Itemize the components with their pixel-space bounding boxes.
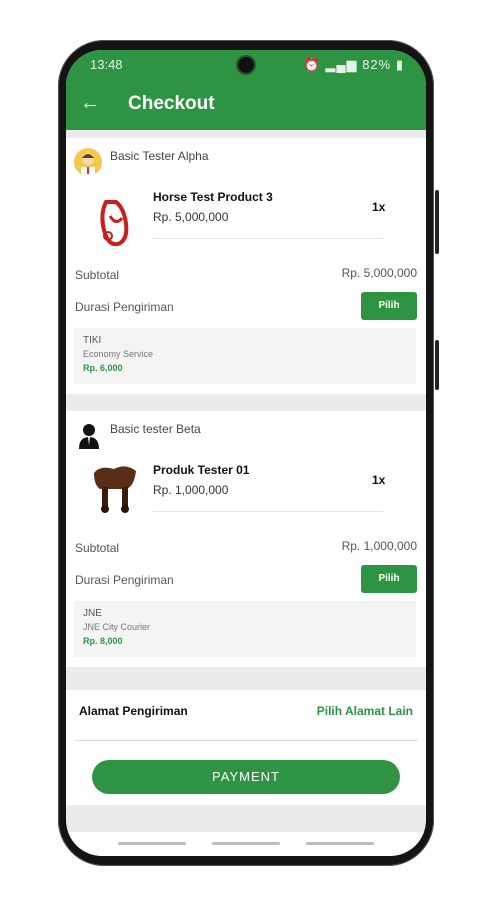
page-title: Checkout <box>128 93 215 114</box>
person-icon <box>78 423 100 449</box>
courier-service: Economy Service <box>83 349 154 359</box>
volume-button <box>435 190 439 254</box>
product-name[interactable]: Horse Test Product 3 <box>153 190 273 204</box>
shipping-price: Rp. 6,000 <box>83 363 123 373</box>
courier-name: JNE <box>83 608 102 619</box>
system-nav-bar <box>66 832 426 856</box>
product-name[interactable]: Produk Tester 01 <box>153 463 249 477</box>
power-button <box>435 340 439 390</box>
app-bar: ← Checkout <box>66 80 426 130</box>
pick-shipping-button[interactable]: Pilih <box>361 565 417 593</box>
store-card: Basic tester Beta Produk Tester 01 Rp. 1… <box>66 411 426 667</box>
nav-home[interactable] <box>212 842 280 845</box>
product-price: Rp. 5,000,000 <box>153 210 229 224</box>
camera-icon <box>238 57 254 73</box>
avatar-icon <box>74 148 102 176</box>
nav-back[interactable] <box>306 842 374 845</box>
divider <box>74 740 418 741</box>
alarm-icon: ⏰ <box>303 57 321 72</box>
courier-service: JNE City Courier <box>83 622 151 632</box>
status-icons: ⏰ ▂▄▆ 82% ▮ <box>304 57 404 73</box>
shipping-option[interactable]: JNE JNE City Courier Rp. 8,000 <box>74 601 416 657</box>
product-qty: 1x <box>372 473 386 487</box>
divider <box>153 511 383 512</box>
back-arrow-icon[interactable]: ← <box>80 92 100 114</box>
address-label: Alamat Pengiriman <box>79 704 188 718</box>
checkout-content: Basic Tester Alpha Horse Test Product 3 … <box>66 138 426 667</box>
divider <box>153 238 383 239</box>
status-bar: 13:48 ⏰ ▂▄▆ 82% ▮ <box>66 50 426 80</box>
pick-shipping-button[interactable]: Pilih <box>361 292 417 320</box>
battery-percent: 82% <box>362 57 392 72</box>
battery-icon: ▮ <box>395 57 404 72</box>
nav-recents[interactable] <box>118 842 186 845</box>
courier-name: TIKI <box>83 335 102 346</box>
product-qty: 1x <box>372 200 386 214</box>
screen: 13:48 ⏰ ▂▄▆ 82% ▮ ← Checkout Basic Teste… <box>66 50 426 856</box>
shipping-price: Rp. 8,000 <box>83 636 123 646</box>
seller-name: Basic tester Beta <box>110 422 201 436</box>
shipping-duration-label: Durasi Pengiriman <box>75 573 174 587</box>
subtotal-value: Rp. 1,000,000 <box>341 539 417 553</box>
product-price: Rp. 1,000,000 <box>153 483 229 497</box>
subtotal-value: Rp. 5,000,000 <box>341 266 417 280</box>
payment-button[interactable]: PAYMENT <box>92 760 400 794</box>
product-image[interactable] <box>90 459 140 515</box>
shipping-duration-label: Durasi Pengiriman <box>75 300 174 314</box>
product-image[interactable] <box>96 196 136 252</box>
store-card: Basic Tester Alpha Horse Test Product 3 … <box>66 138 426 394</box>
shipping-option[interactable]: TIKI Economy Service Rp. 6,000 <box>74 328 416 384</box>
signal-icon: ▂▄▆ <box>325 57 358 72</box>
status-time: 13:48 <box>90 57 123 72</box>
choose-other-address-link[interactable]: Pilih Alamat Lain <box>317 704 413 718</box>
subtotal-label: Subtotal <box>75 268 120 282</box>
seller-name: Basic Tester Alpha <box>110 149 209 163</box>
shipping-address-section: Alamat Pengiriman Pilih Alamat Lain PAYM… <box>66 690 426 805</box>
subtotal-label: Subtotal <box>75 541 120 555</box>
